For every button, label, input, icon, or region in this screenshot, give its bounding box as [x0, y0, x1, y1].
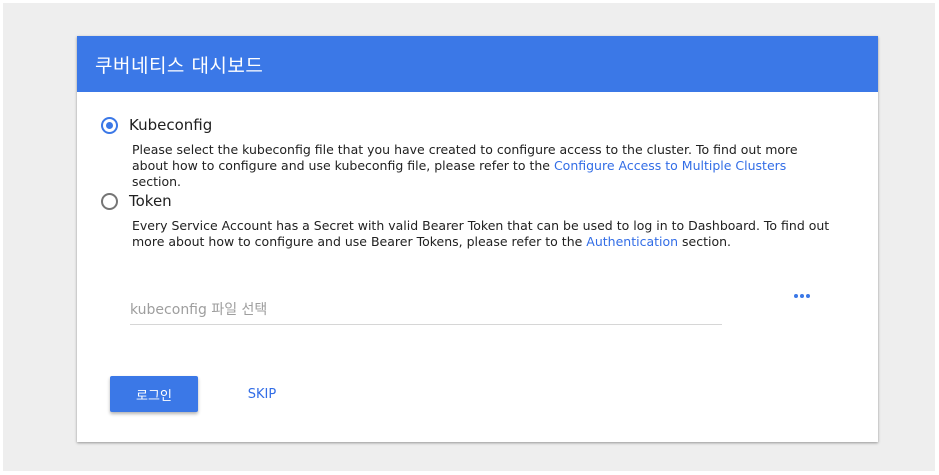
card-header: 쿠버네티스 대시보드	[77, 36, 878, 92]
more-dot	[794, 294, 798, 298]
login-card: 쿠버네티스 대시보드 Kubeconfig Please select the …	[77, 36, 878, 442]
kubeconfig-label[interactable]: Kubeconfig	[129, 116, 212, 134]
more-dot	[800, 294, 804, 298]
kubeconfig-file-input[interactable]	[130, 298, 722, 322]
kubeconfig-file-field	[130, 298, 722, 325]
authentication-link[interactable]: Authentication	[586, 234, 678, 249]
token-description: Every Service Account has a Secret with …	[132, 218, 832, 250]
kubeconfig-radio[interactable]	[101, 116, 118, 134]
token-radio[interactable]	[101, 192, 118, 210]
token-option: Token Every Service Account has a Secret…	[101, 192, 832, 250]
token-label[interactable]: Token	[129, 192, 172, 210]
kubeconfig-option: Kubeconfig Please select the kubeconfig …	[101, 116, 832, 190]
token-desc-suffix: section.	[678, 234, 732, 249]
kubeconfig-desc-suffix: section.	[132, 174, 181, 189]
login-button[interactable]: 로그인	[110, 376, 198, 412]
more-dot	[806, 294, 810, 298]
skip-button[interactable]: SKIP	[227, 376, 297, 412]
page-title: 쿠버네티스 대시보드	[95, 54, 264, 77]
kubeconfig-description: Please select the kubeconfig file that y…	[132, 142, 832, 190]
configure-access-link[interactable]: Configure Access to Multiple Clusters	[554, 158, 786, 173]
more-horiz-icon[interactable]	[791, 288, 813, 304]
